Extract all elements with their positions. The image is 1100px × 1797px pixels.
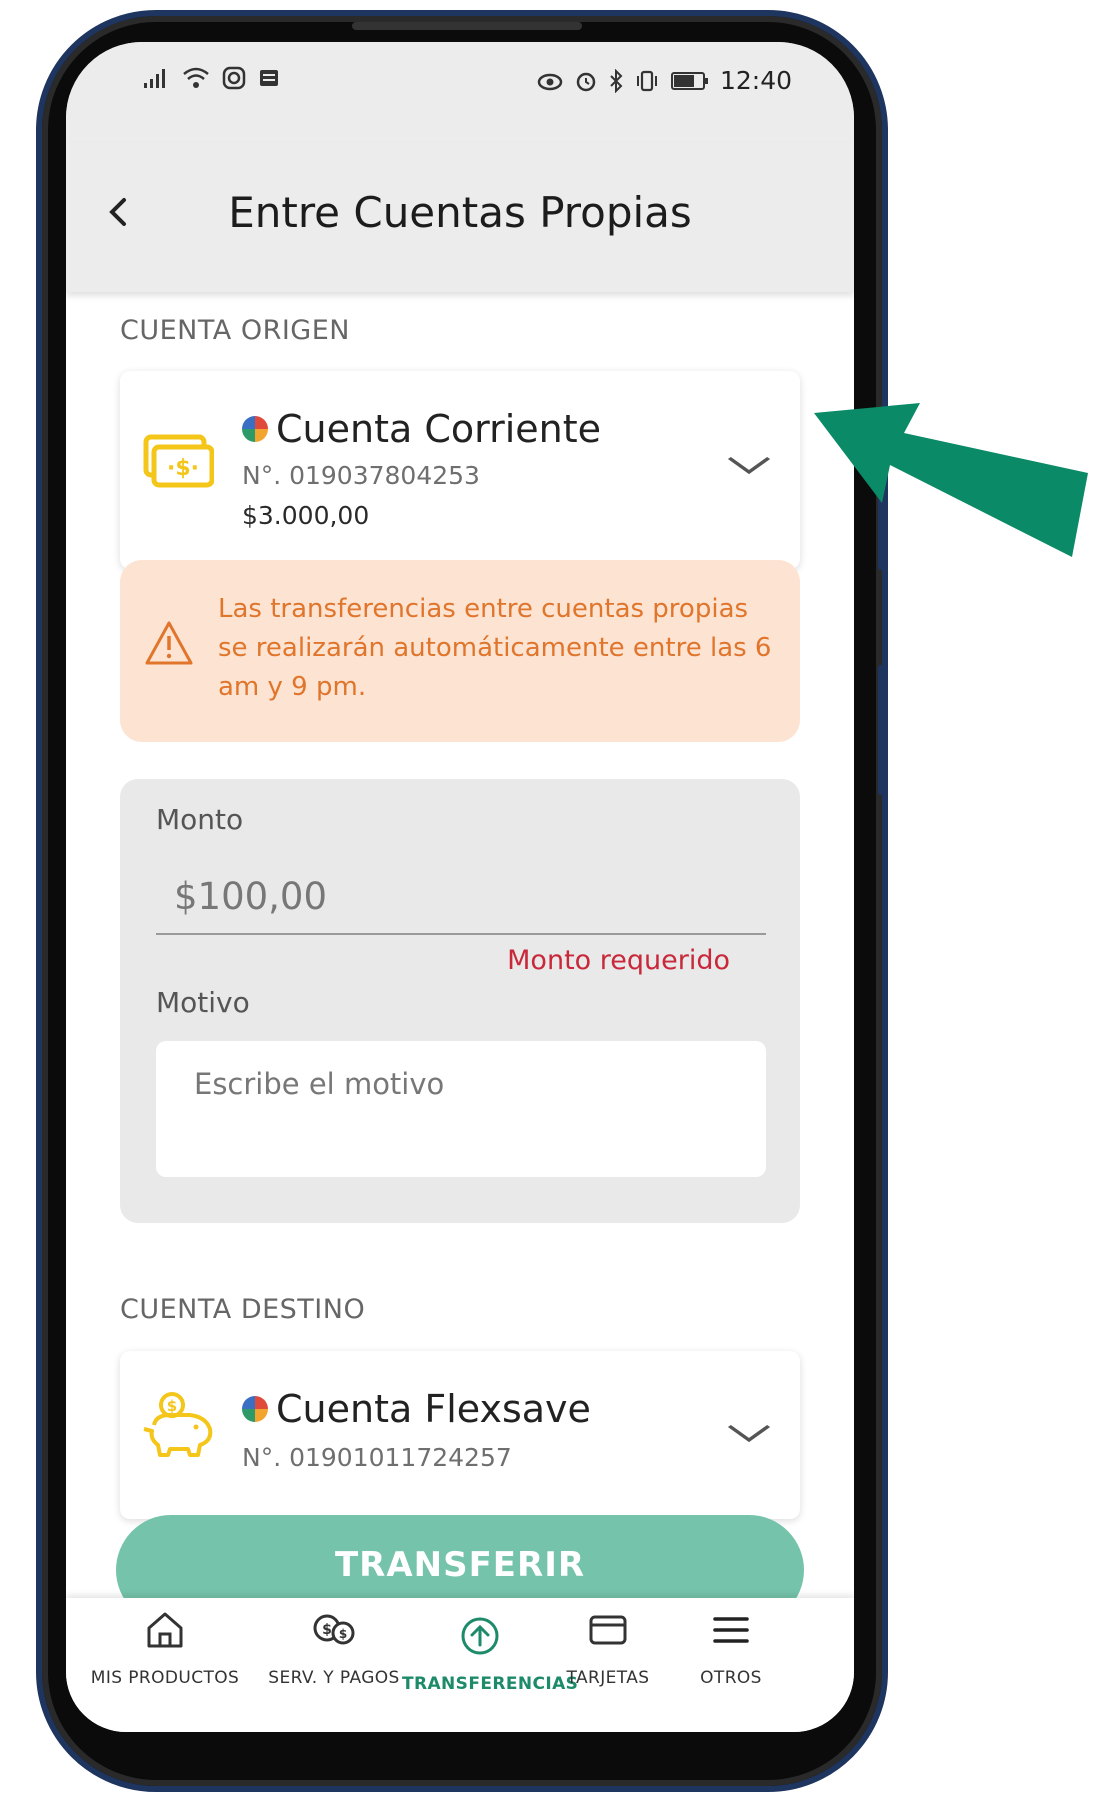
origin-account-selector[interactable]: ·$· Cuenta Corriente N°. 019037804253 $3… <box>120 371 800 569</box>
schedule-warning: Las transferencias entre cuentas propias… <box>120 560 800 742</box>
svg-text:$: $ <box>339 1627 347 1641</box>
destination-account-selector[interactable]: $ Cuenta Flexsave N°. 01901011724257 <box>120 1351 800 1519</box>
vibrate-icon <box>636 70 657 91</box>
origin-account-balance: $3.000,00 <box>242 501 370 530</box>
destination-section-label: CUENTA DESTINO <box>120 1294 366 1325</box>
warning-text: Las transferencias entre cuentas propias… <box>218 594 772 702</box>
cash-icon: ·$· <box>143 434 214 488</box>
coins-icon: $ $ <box>313 1614 355 1645</box>
annotation-arrow-icon <box>814 403 1088 557</box>
card-icon <box>589 1615 627 1645</box>
destination-account-name-row: Cuenta Flexsave <box>242 1387 591 1431</box>
app-header: Entre Cuentas Propias <box>66 142 854 292</box>
home-icon <box>147 1612 183 1648</box>
nav-item-tarjetas[interactable]: TARJETAS <box>558 1608 658 1688</box>
side-button <box>878 665 885 795</box>
origin-account-name: Cuenta Corriente <box>276 407 602 451</box>
svg-text:$: $ <box>322 1622 332 1638</box>
nav-label: OTROS <box>700 1668 762 1688</box>
status-time: 12:40 <box>719 66 792 95</box>
nav-label: TARJETAS <box>566 1668 650 1688</box>
transfer-form: Monto Monto requerido Motivo <box>120 779 800 1223</box>
chevron-down-icon <box>727 1424 771 1443</box>
phone-screen: 12:40 Entre Cuentas Propias CUENTA ORIGE… <box>66 42 854 1732</box>
nav-item-transferencias[interactable]: TRANSFERENCIAS <box>402 1614 579 1694</box>
nav-label: MIS PRODUCTOS <box>90 1668 240 1688</box>
origin-section-label: CUENTA ORIGEN <box>120 315 350 346</box>
bank-logo-icon <box>242 416 268 442</box>
destination-account-name: Cuenta Flexsave <box>276 1387 591 1431</box>
page-title: Entre Cuentas Propias <box>228 188 692 237</box>
piggy-bank-icon: $ <box>143 1392 213 1457</box>
svg-text:$: $ <box>167 1397 177 1415</box>
origin-account-number: N°. 019037804253 <box>242 461 480 490</box>
instagram-icon <box>222 66 246 90</box>
nav-item-mis-productos[interactable]: MIS PRODUCTOS <box>90 1608 240 1688</box>
status-bar: 12:40 <box>66 42 854 142</box>
bottom-nav: MIS PRODUCTOS $ $ SERV. Y PAGOS TRANSFER… <box>66 1598 854 1732</box>
reason-input[interactable] <box>156 1041 766 1177</box>
wifi-icon <box>183 67 209 88</box>
origin-account-name-row: Cuenta Corriente <box>242 407 601 451</box>
nav-item-serv-pagos[interactable]: $ $ SERV. Y PAGOS <box>254 1608 414 1688</box>
svg-text:·$·: ·$· <box>167 456 199 481</box>
status-right-icons: 12:40 <box>536 66 792 95</box>
alarm-icon <box>576 72 596 91</box>
nav-label: SERV. Y PAGOS <box>268 1668 400 1688</box>
message-icon <box>260 70 278 86</box>
amount-label: Monto <box>156 803 244 836</box>
bank-logo-icon <box>242 1396 268 1422</box>
warning-icon <box>145 621 193 665</box>
amount-input[interactable] <box>156 859 766 935</box>
status-left-icons <box>142 66 280 90</box>
amount-error: Monto requerido <box>507 945 730 976</box>
battery-icon <box>670 71 708 90</box>
nav-item-otros[interactable]: OTROS <box>676 1608 786 1688</box>
nav-label: TRANSFERENCIAS <box>402 1674 579 1694</box>
chevron-down-icon <box>727 456 771 475</box>
signal-icon <box>144 69 165 88</box>
destination-account-number: N°. 01901011724257 <box>242 1443 512 1472</box>
reason-label: Motivo <box>156 986 250 1019</box>
eye-icon <box>537 73 563 90</box>
menu-icon <box>713 1617 749 1643</box>
transfer-up-icon <box>461 1617 499 1655</box>
bluetooth-icon <box>610 68 623 93</box>
